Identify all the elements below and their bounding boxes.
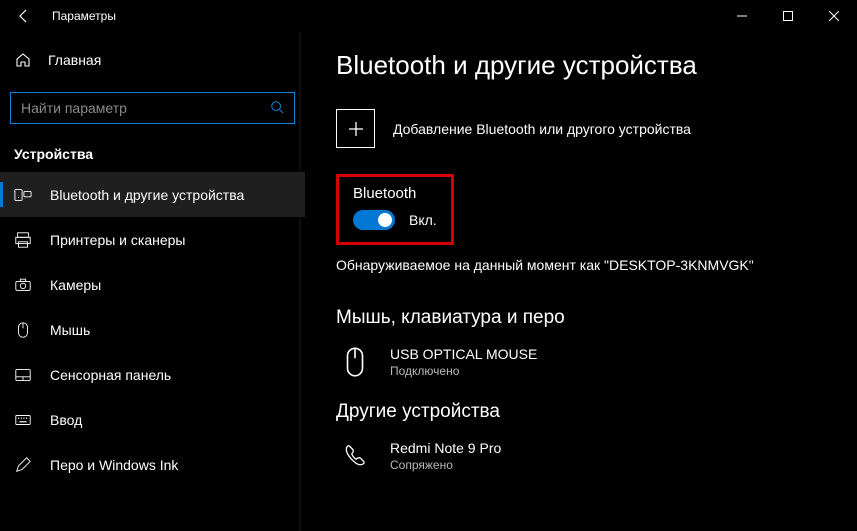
main-content: Bluetooth и другие устройства Добавление… (306, 32, 857, 531)
bluetooth-toggle[interactable] (353, 210, 395, 230)
maximize-button[interactable] (765, 0, 811, 32)
plus-icon (336, 109, 375, 148)
keyboard-icon (14, 411, 32, 429)
sidebar-item-bluetooth[interactable]: Bluetooth и другие устройства (0, 172, 305, 217)
window-controls (719, 0, 857, 32)
section-mouse-keyboard: Мышь, клавиатура и перо (336, 307, 857, 329)
titlebar: Параметры (0, 0, 857, 32)
sidebar-item-label: Перо и Windows Ink (50, 457, 178, 473)
page-title: Bluetooth и другие устройства (336, 50, 857, 81)
search-input[interactable] (21, 100, 270, 116)
discoverable-text: Обнаруживаемое на данный момент как "DES… (336, 257, 857, 273)
sidebar-item-pen[interactable]: Перо и Windows Ink (0, 442, 305, 487)
device-status: Подключено (390, 364, 537, 378)
window-title: Параметры (52, 9, 116, 23)
search-icon (270, 100, 284, 117)
sidebar-item-cameras[interactable]: Камеры (0, 262, 305, 307)
home-icon (14, 51, 32, 69)
sidebar-item-mouse[interactable]: Мышь (0, 307, 305, 352)
home-button[interactable]: Главная (0, 42, 305, 78)
sidebar-item-printers[interactable]: Принтеры и сканеры (0, 217, 305, 262)
device-name: Redmi Note 9 Pro (390, 440, 501, 456)
sidebar-section-label: Устройства (14, 146, 305, 162)
back-button[interactable] (10, 2, 38, 30)
minimize-icon (737, 11, 747, 21)
arrow-left-icon (16, 8, 32, 24)
camera-icon (14, 276, 32, 294)
sidebar-item-touchpad[interactable]: Сенсорная панель (0, 352, 305, 397)
mouse-icon (338, 345, 372, 379)
sidebar-item-label: Камеры (50, 277, 101, 293)
device-name: USB OPTICAL MOUSE (390, 346, 537, 362)
bluetooth-toggle-row: Вкл. (353, 210, 437, 230)
close-icon (829, 11, 839, 21)
device-info: Redmi Note 9 Pro Сопряжено (390, 440, 501, 472)
home-label: Главная (48, 52, 101, 68)
close-button[interactable] (811, 0, 857, 32)
section-other-devices: Другие устройства (336, 401, 857, 423)
sidebar-item-label: Ввод (50, 412, 82, 428)
device-info: USB OPTICAL MOUSE Подключено (390, 346, 537, 378)
sidebar-item-label: Bluetooth и другие устройства (50, 187, 244, 203)
sidebar-item-label: Мышь (50, 322, 90, 338)
bluetooth-devices-icon (14, 186, 32, 204)
pen-icon (14, 456, 32, 474)
add-device-button[interactable]: Добавление Bluetooth или другого устройс… (336, 109, 857, 148)
sidebar-item-label: Принтеры и сканеры (50, 232, 185, 248)
device-status: Сопряжено (390, 458, 501, 472)
bluetooth-label: Bluetooth (353, 185, 437, 202)
sidebar-item-typing[interactable]: Ввод (0, 397, 305, 442)
device-row[interactable]: USB OPTICAL MOUSE Подключено (336, 341, 857, 401)
toggle-state-label: Вкл. (409, 212, 437, 228)
sidebar-item-label: Сенсорная панель (50, 367, 171, 383)
device-row[interactable]: Redmi Note 9 Pro Сопряжено (336, 435, 857, 495)
toggle-knob (378, 213, 392, 227)
bluetooth-highlight: Bluetooth Вкл. (336, 174, 454, 245)
sidebar: Главная Устройства Bluetooth и другие ус… (0, 32, 306, 531)
phone-icon (338, 439, 372, 473)
maximize-icon (783, 11, 793, 21)
printer-icon (14, 231, 32, 249)
touchpad-icon (14, 366, 32, 384)
search-box[interactable] (10, 92, 295, 124)
sidebar-nav: Bluetooth и другие устройства Принтеры и… (0, 172, 305, 487)
mouse-icon (14, 321, 32, 339)
add-device-label: Добавление Bluetooth или другого устройс… (393, 121, 691, 137)
minimize-button[interactable] (719, 0, 765, 32)
